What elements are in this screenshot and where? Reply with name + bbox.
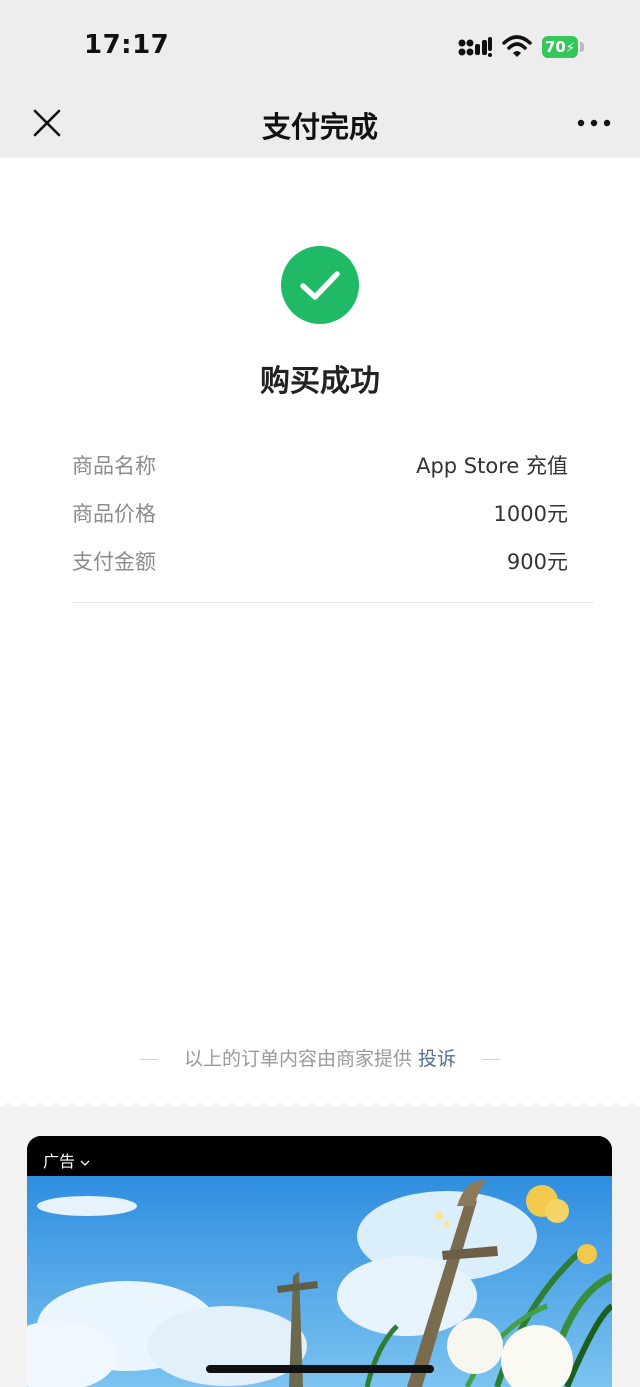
chevron-down-icon [80,1160,90,1166]
battery-tip [580,42,584,52]
ad-card[interactable]: 广告 [27,1136,612,1387]
page-title: 支付完成 [261,110,378,144]
detail-label: 商品价格 [72,502,156,526]
nav-bar: 支付完成 [0,92,640,158]
status-bar: 17:17 70⚡ [0,0,640,92]
detail-row-payment-amount: 支付金额 900元 [72,542,568,582]
merchant-note: 以上的订单内容由商家提供 投诉 [0,1044,640,1074]
detail-value: App Store 充值 [416,454,568,478]
result-title: 购买成功 [260,364,380,399]
ad-label-text: 广告 [43,1152,76,1171]
zigzag-edge [0,1102,640,1114]
battery-level: 70 [545,38,566,56]
detail-row-product-price: 商品价格 1000元 [72,494,568,534]
detail-row-product-name: 商品名称 App Store 充值 [72,446,568,486]
ad-image[interactable] [27,1176,612,1387]
detail-label: 商品名称 [72,454,156,478]
decorative-dash [482,1059,501,1060]
success-check-icon [281,246,359,324]
detail-value: 1000元 [493,502,568,526]
home-indicator[interactable] [206,1365,434,1373]
complain-link[interactable]: 投诉 [418,1048,456,1070]
detail-value: 900元 [506,550,568,574]
checkmark-icon [300,271,340,300]
wifi-icon [502,35,532,57]
decorative-dash [139,1059,158,1060]
merchant-note-text: 以上的订单内容由商家提供 [183,1048,412,1070]
battery-indicator: 70⚡ [542,36,578,58]
cellular-signal-icon [458,37,492,57]
charging-icon: ⚡ [565,41,576,56]
more-options-icon[interactable] [574,110,614,136]
ad-header: 广告 [27,1136,612,1176]
status-time: 17:17 [84,30,170,60]
detail-label: 支付金额 [72,550,156,574]
divider [72,602,594,603]
ad-label-button[interactable]: 广告 [43,1148,90,1172]
